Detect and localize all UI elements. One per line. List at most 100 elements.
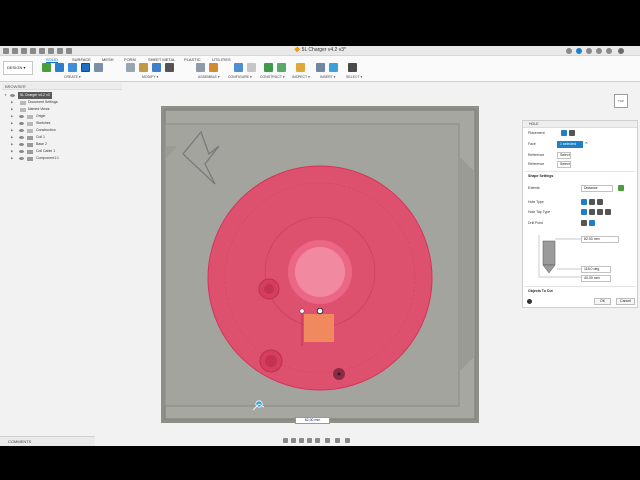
face-selection[interactable]: 1 selected: [557, 141, 583, 148]
visibility-icon[interactable]: [19, 150, 24, 153]
diameter-field[interactable]: 82.00 mm: [581, 236, 619, 243]
orbit-icon[interactable]: [283, 438, 288, 443]
select-icon[interactable]: [348, 63, 357, 72]
browser-item-sketches[interactable]: ▶ Sketches: [2, 120, 122, 127]
design-canvas[interactable]: 82.00 mm: [161, 106, 479, 424]
browser-item-coil-cable-1[interactable]: ▶ Coil Cable 1: [2, 148, 122, 155]
group-inspect[interactable]: INSPECT ▾: [292, 75, 310, 79]
depth-field[interactable]: 40.00 mm: [581, 275, 611, 282]
objects-to-cut-header[interactable]: Objects To Cut: [528, 289, 553, 293]
tab-sheet-metal[interactable]: SHEET METAL: [148, 57, 175, 62]
view-cube[interactable]: TOP: [614, 94, 628, 108]
extensions-icon[interactable]: [576, 48, 582, 54]
parameters-icon[interactable]: [247, 63, 256, 72]
expand-arrow-icon[interactable]: ▶: [11, 127, 13, 134]
tip-angle-field[interactable]: 118.0 deg: [581, 266, 611, 273]
expand-arrow-icon[interactable]: ▶: [11, 148, 13, 155]
browser-item-construction[interactable]: ▶ Construction: [2, 127, 122, 134]
browser-item-named-views[interactable]: ▶ Named Views: [2, 106, 122, 113]
angled-drill-point-icon[interactable]: [589, 220, 595, 226]
expand-arrow-icon[interactable]: ▶: [11, 120, 13, 127]
avatar[interactable]: [618, 48, 624, 54]
group-create[interactable]: CREATE ▾: [64, 75, 81, 79]
expand-arrow-icon[interactable]: ▶: [11, 134, 13, 141]
browser-item-base-2[interactable]: ▶ Base 2: [2, 141, 122, 148]
group-insert[interactable]: INSERT ▾: [320, 75, 335, 79]
group-select[interactable]: SELECT ▾: [346, 75, 362, 79]
configure-icon[interactable]: [234, 63, 243, 72]
hole-center-point[interactable]: [316, 307, 324, 315]
group-assemble[interactable]: ASSEMBLE ▾: [198, 75, 220, 79]
group-modify[interactable]: MODIFY ▾: [142, 75, 158, 79]
reference-point[interactable]: [299, 308, 305, 314]
countersink-icon[interactable]: [597, 199, 603, 205]
simple-tap-icon[interactable]: [581, 209, 587, 215]
cancel-button[interactable]: Cancel: [616, 298, 635, 305]
expand-arrow-icon[interactable]: ▼: [4, 92, 7, 99]
expand-arrow-icon[interactable]: ▶: [11, 155, 13, 162]
offset-plane-icon[interactable]: [264, 63, 273, 72]
diameter-input[interactable]: 82.00 mm: [295, 417, 330, 424]
move-icon[interactable]: [165, 63, 174, 72]
flat-drill-point-icon[interactable]: [581, 220, 587, 226]
measure-icon[interactable]: [296, 63, 305, 72]
extents-select[interactable]: Distance: [581, 185, 613, 192]
insert-image-icon[interactable]: [329, 63, 338, 72]
tab-plastic[interactable]: PLASTIC: [184, 57, 201, 62]
display-settings-icon[interactable]: [325, 438, 330, 443]
pan-icon[interactable]: [299, 438, 304, 443]
workspace-switcher[interactable]: DESIGN ▾: [3, 61, 33, 75]
expand-arrow-icon[interactable]: ▶: [11, 106, 13, 113]
browser-item-origin[interactable]: ▶ Origin: [2, 113, 122, 120]
insert-derive-icon[interactable]: [316, 63, 325, 72]
look-at-icon[interactable]: [291, 438, 296, 443]
hole-icon[interactable]: [81, 63, 90, 72]
visibility-icon[interactable]: [19, 122, 24, 125]
axis-icon[interactable]: [277, 63, 286, 72]
viewports-icon[interactable]: [345, 438, 350, 443]
clearance-tap-icon[interactable]: [589, 209, 595, 215]
visibility-icon[interactable]: [19, 129, 24, 132]
revolve-icon[interactable]: [68, 63, 77, 72]
clear-selection-icon[interactable]: ✕: [585, 141, 588, 145]
shape-settings-header[interactable]: Shape Settings: [528, 174, 553, 178]
extrude-icon[interactable]: [55, 63, 64, 72]
counterbore-icon[interactable]: [589, 199, 595, 205]
fillet-icon[interactable]: [139, 63, 148, 72]
reference-select-2[interactable]: Select: [557, 161, 571, 168]
ok-button[interactable]: OK: [594, 298, 611, 305]
tab-surface[interactable]: SURFACE: [72, 57, 91, 62]
fit-icon[interactable]: [315, 438, 320, 443]
comments-panel[interactable]: COMMENTS: [0, 436, 95, 446]
tab-form[interactable]: FORM: [124, 57, 136, 62]
visibility-icon[interactable]: [19, 136, 24, 139]
tapped-icon[interactable]: [597, 209, 603, 215]
visibility-icon[interactable]: [19, 157, 24, 160]
browser-item-coil-1[interactable]: ▶ Coil 1: [2, 134, 122, 141]
taper-tapped-icon[interactable]: [605, 209, 611, 215]
flip-direction-icon[interactable]: [618, 185, 624, 191]
joint-icon[interactable]: [196, 63, 205, 72]
visibility-icon[interactable]: [10, 94, 15, 97]
reference-select-1[interactable]: Select: [557, 152, 571, 159]
help-icon[interactable]: [606, 48, 612, 54]
pattern-icon[interactable]: [94, 63, 103, 72]
zoom-icon[interactable]: [307, 438, 312, 443]
multiple-holes-icon[interactable]: [569, 130, 575, 136]
visibility-icon[interactable]: [19, 115, 24, 118]
browser-item-component1[interactable]: ▶ Component1:1: [2, 155, 122, 162]
single-hole-icon[interactable]: [561, 130, 567, 136]
as-built-joint-icon[interactable]: [209, 63, 218, 72]
combine-icon[interactable]: [152, 63, 161, 72]
visibility-icon[interactable]: [19, 143, 24, 146]
tab-mesh[interactable]: MESH: [102, 57, 114, 62]
browser-item-document-settings[interactable]: ▶ Document Settings: [2, 99, 122, 106]
job-status-icon[interactable]: [586, 48, 592, 54]
group-configure[interactable]: CONFIGURE ▾: [228, 75, 252, 79]
new-component-icon[interactable]: [42, 63, 51, 72]
expand-arrow-icon[interactable]: ▶: [11, 141, 13, 148]
expand-arrow-icon[interactable]: ▶: [11, 99, 13, 106]
grid-settings-icon[interactable]: [335, 438, 340, 443]
expand-arrow-icon[interactable]: ▶: [11, 113, 13, 120]
info-icon[interactable]: [527, 299, 532, 304]
